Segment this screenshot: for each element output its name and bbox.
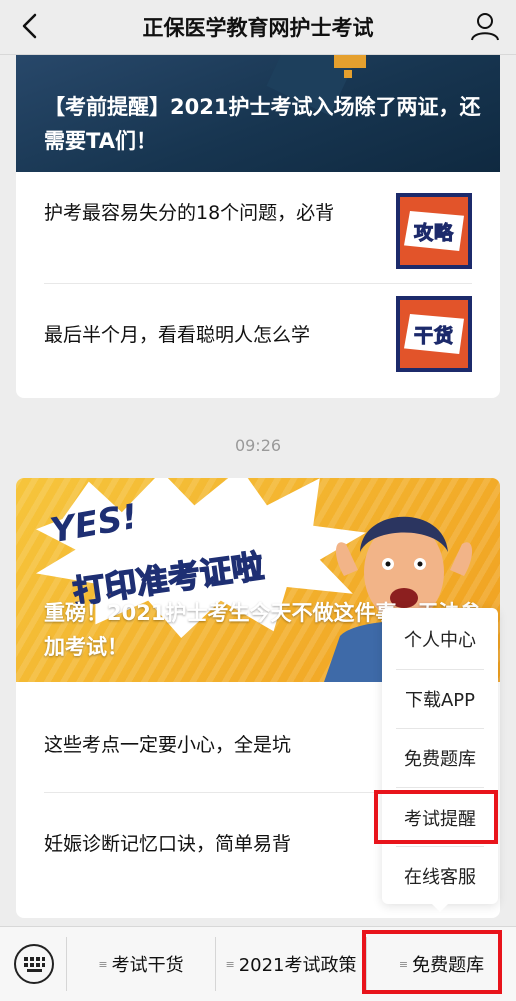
article-title[interactable]: 最后半个月，看看聪明人怎么学 (44, 320, 364, 350)
thumbnail-label: 干货 (413, 324, 454, 347)
menu-item-online-service[interactable]: 在线客服 (382, 847, 498, 905)
banner-decoration (344, 70, 352, 78)
menu-free-question-bank[interactable]: ≡ 免费题库 (367, 927, 516, 1001)
menu-lines-icon: ≡ (98, 957, 108, 971)
menu-label: 考试干货 (111, 955, 184, 976)
article-card-1: 【考前提醒】2021护士考试入场除了两证，还需要TA们！ 护考最容易失分的18个… (16, 54, 500, 398)
user-icon[interactable] (468, 9, 502, 43)
banner-decoration (334, 54, 366, 68)
menu-item-free-question-bank[interactable]: 免费题库 (382, 729, 498, 787)
menu-label: 免费题库 (412, 955, 485, 976)
menu-item-exam-reminder[interactable]: 考试提醒 (382, 789, 498, 847)
menu-lines-icon: ≡ (225, 957, 235, 971)
bottom-menu-bar: ≡ 考试干货 ≡ 2021考试政策 ≡ 免费题库 (0, 926, 516, 1001)
menu-item-download-app[interactable]: 下载APP (382, 670, 498, 728)
article-title[interactable]: 护考最容易失分的18个问题，必背 (44, 198, 364, 228)
article-title[interactable]: 这些考点一定要小心，全是坑 (44, 730, 374, 760)
divider (396, 787, 484, 788)
article-1-banner[interactable]: 【考前提醒】2021护士考试入场除了两证，还需要TA们！ (16, 54, 500, 172)
popup-submenu: 个人中心 下载APP 免费题库 考试提醒 在线客服 (382, 608, 498, 912)
article-list-item[interactable]: 护考最容易失分的18个问题，必背 攻略 (16, 172, 500, 284)
menu-exam-materials[interactable]: ≡ 考试干货 (67, 927, 215, 1001)
article-thumbnail[interactable]: 攻略 (396, 193, 472, 269)
article-1-headline[interactable]: 【考前提醒】2021护士考试入场除了两证，还需要TA们！ (44, 90, 484, 158)
menu-item-personal-center[interactable]: 个人中心 (382, 610, 498, 668)
keyboard-icon[interactable] (13, 943, 55, 985)
page-title: 正保医学教育网护士考试 (142, 16, 374, 40)
menu-2021-exam-policy[interactable]: ≡ 2021考试政策 (216, 927, 366, 1001)
menu-lines-icon: ≡ (398, 957, 409, 971)
thumbnail-label: 攻略 (413, 221, 454, 244)
nav-header: 正保医学教育网护士考试 (0, 0, 516, 55)
article-thumbnail[interactable]: 干货 (396, 296, 472, 372)
menu-label: 2021考试政策 (238, 955, 357, 976)
article-title[interactable]: 妊娠诊断记忆口诀，简单易背 (44, 829, 374, 859)
message-timestamp: 09:26 (234, 436, 282, 455)
chevron-left-icon[interactable] (16, 11, 46, 41)
article-list-item[interactable]: 最后半个月，看看聪明人怎么学 干货 (16, 284, 500, 398)
